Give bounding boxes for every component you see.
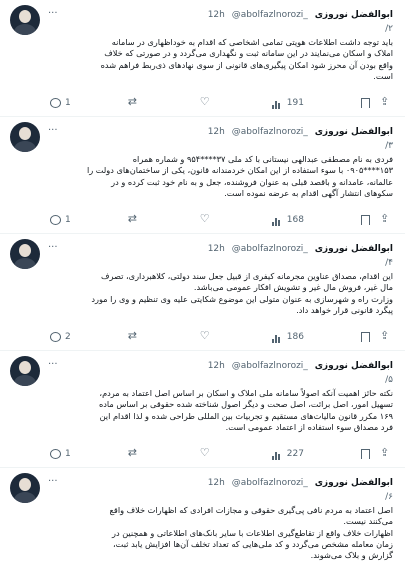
views-button[interactable]: 168	[271, 215, 304, 226]
views-count: 168	[286, 215, 304, 225]
retweet-button[interactable]	[128, 329, 143, 343]
author-name[interactable]: ابوالفضل نوروزی	[315, 478, 393, 488]
views-button[interactable]: 191	[271, 98, 304, 109]
author-handle[interactable]: @abolfazlnorozi_	[232, 478, 308, 488]
heart-icon	[200, 95, 211, 109]
reply-count: 1	[65, 449, 71, 459]
thread-number: /۴	[385, 258, 393, 268]
avatar[interactable]	[10, 5, 40, 35]
retweet-button[interactable]	[128, 446, 143, 460]
avatar[interactable]	[10, 239, 40, 269]
thread-number: /۲	[385, 24, 393, 34]
more-options-icon[interactable]: ···	[48, 124, 58, 138]
retweet-button[interactable]	[128, 212, 143, 226]
bookmark-icon[interactable]	[360, 332, 370, 342]
author-name[interactable]: ابوالفضل نوروزی	[315, 10, 393, 20]
tweet-actions: 1 168	[50, 212, 391, 227]
author-handle[interactable]: @abolfazlnorozi_	[232, 127, 308, 137]
thread-number: /۳	[385, 141, 393, 151]
author-handle[interactable]: @abolfazlnorozi_	[232, 361, 308, 371]
more-options-icon[interactable]: ···	[48, 358, 58, 372]
views-icon	[271, 215, 283, 226]
tweet[interactable]: ابوالفضل نوروزی @abolfazlnorozi_ 12h ···…	[0, 234, 405, 351]
tweet-time[interactable]: 12h	[208, 361, 225, 371]
tweet-actions: 2 186	[50, 329, 391, 344]
like-button[interactable]	[200, 95, 215, 109]
tweet-actions: 1 191	[50, 95, 391, 110]
views-count: 227	[286, 449, 304, 459]
share-icon[interactable]	[380, 212, 391, 226]
tweet-text: فردی به نام مصطفی عبدالهی نیستانی با کد …	[86, 154, 393, 198]
like-button[interactable]	[200, 329, 215, 343]
thread-number: /۶	[385, 492, 393, 502]
heart-icon	[200, 212, 211, 226]
tweet-time[interactable]: 12h	[208, 244, 225, 254]
retweet-icon	[128, 446, 139, 460]
thread-number: /۵	[385, 375, 393, 385]
reply-icon	[50, 215, 61, 225]
tweet-header: ابوالفضل نوروزی @abolfazlnorozi_ 12h	[50, 475, 393, 491]
tweet[interactable]: ابوالفضل نوروزی @abolfazlnorozi_ 12h ···…	[0, 0, 405, 117]
reply-count: 1	[65, 215, 71, 225]
tweet[interactable]: ابوالفضل نوروزی @abolfazlnorozi_ 12h ···…	[0, 351, 405, 468]
like-button[interactable]	[200, 212, 215, 226]
reply-count: 1	[65, 98, 71, 108]
reply-icon	[50, 98, 61, 108]
tweet[interactable]: ابوالفضل نوروزی @abolfazlnorozi_ 12h ···…	[0, 117, 405, 234]
views-icon	[271, 449, 283, 460]
reply-count: 2	[65, 332, 71, 342]
avatar[interactable]	[10, 122, 40, 152]
author-handle[interactable]: @abolfazlnorozi_	[232, 10, 308, 20]
tweet-header: ابوالفضل نوروزی @abolfazlnorozi_ 12h	[50, 241, 393, 257]
share-icon[interactable]	[380, 446, 391, 460]
tweet-time[interactable]: 12h	[208, 478, 225, 488]
reply-button[interactable]: 1	[50, 215, 71, 225]
author-name[interactable]: ابوالفضل نوروزی	[315, 244, 393, 254]
reply-icon	[50, 332, 61, 342]
retweet-icon	[128, 95, 139, 109]
tweet-header: ابوالفضل نوروزی @abolfazlnorozi_ 12h	[50, 7, 393, 23]
avatar[interactable]	[10, 356, 40, 386]
tweet-thread: ابوالفضل نوروزی @abolfazlnorozi_ 12h ···…	[0, 0, 405, 586]
views-icon	[271, 98, 283, 109]
heart-icon	[200, 446, 211, 460]
tweet-header: ابوالفضل نوروزی @abolfazlnorozi_ 12h	[50, 358, 393, 374]
retweet-button[interactable]	[128, 95, 143, 109]
tweet-text: این اقدام، مصداق عناوین مجرمانه کیفری از…	[91, 271, 393, 315]
tweet-time[interactable]: 12h	[208, 10, 225, 20]
tweet-header: ابوالفضل نوروزی @abolfazlnorozi_ 12h	[50, 124, 393, 140]
views-count: 191	[286, 98, 304, 108]
reply-button[interactable]: 1	[50, 98, 71, 108]
author-handle[interactable]: @abolfazlnorozi_	[232, 244, 308, 254]
more-options-icon[interactable]: ···	[48, 241, 58, 255]
bookmark-icon[interactable]	[360, 215, 370, 225]
reply-button[interactable]: 2	[50, 332, 71, 342]
bookmark-icon[interactable]	[360, 98, 370, 108]
views-icon	[271, 332, 283, 343]
author-name[interactable]: ابوالفضل نوروزی	[315, 361, 393, 371]
avatar[interactable]	[10, 473, 40, 503]
tweet-text: باید توجه داشت اطلاعات هویتی تمامی اشخاص…	[100, 37, 393, 81]
views-button[interactable]: 186	[271, 332, 304, 343]
tweet-text: نکته حائز اهمیت آنکه اصولاً سامانه ملی ا…	[98, 388, 393, 432]
reply-icon	[50, 449, 61, 459]
more-options-icon[interactable]: ···	[48, 475, 58, 489]
views-button[interactable]: 227	[271, 449, 304, 460]
retweet-icon	[128, 212, 139, 226]
tweet-text: اصل اعتماد به مردم نافی پی‌گیری حقوقی و …	[109, 505, 393, 561]
heart-icon	[200, 329, 211, 343]
retweet-icon	[128, 329, 139, 343]
like-button[interactable]	[200, 446, 215, 460]
bookmark-icon[interactable]	[360, 449, 370, 459]
more-options-icon[interactable]: ···	[48, 7, 58, 21]
tweet-time[interactable]: 12h	[208, 127, 225, 137]
share-icon[interactable]	[380, 95, 391, 109]
tweet-actions: 1 227	[50, 446, 391, 461]
reply-button[interactable]: 1	[50, 449, 71, 459]
tweet[interactable]: ابوالفضل نوروزی @abolfazlnorozi_ 12h ···…	[0, 468, 405, 585]
author-name[interactable]: ابوالفضل نوروزی	[315, 127, 393, 137]
views-count: 186	[286, 332, 304, 342]
share-icon[interactable]	[380, 329, 391, 343]
